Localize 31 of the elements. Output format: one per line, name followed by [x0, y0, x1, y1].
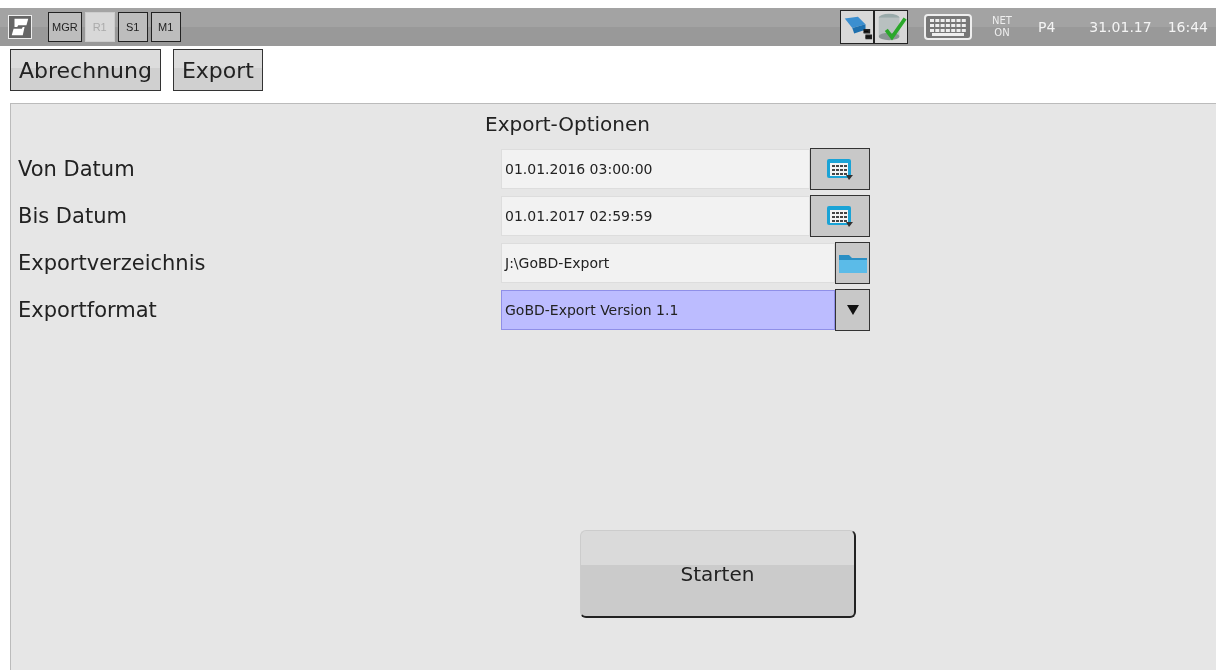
usb-stick-icon[interactable]: [840, 10, 874, 44]
tab-button[interactable]: Export: [172, 49, 263, 91]
database-check-icon[interactable]: [874, 10, 908, 44]
calendar-button[interactable]: [810, 195, 870, 237]
mode-button[interactable]: MGR: [48, 12, 82, 42]
mode-button[interactable]: S1: [117, 12, 148, 42]
panel-title: Export-Optionen: [485, 112, 650, 136]
logo-icon: [8, 15, 32, 39]
input-field[interactable]: J:\GoBD-Export: [501, 243, 835, 283]
dropdown-button[interactable]: [835, 289, 870, 331]
date-label: 31.01.17: [1089, 19, 1152, 35]
caret-icon: [846, 305, 859, 315]
keyboard-icon[interactable]: [924, 14, 972, 40]
input-field[interactable]: 01.01.2016 03:00:00: [501, 149, 810, 189]
printer-label: P4: [1037, 19, 1056, 35]
start-button[interactable]: Starten: [580, 530, 856, 618]
calendar-button[interactable]: [810, 148, 870, 190]
network-status: NET ON: [992, 15, 1012, 39]
time-label: 16:44: [1167, 19, 1208, 35]
calendar-icon: [826, 157, 854, 181]
format-dropdown[interactable]: GoBD-Export Version 1.1: [501, 290, 835, 330]
field-label: Von Datum: [18, 157, 136, 181]
tab-button[interactable]: Abrechnung: [10, 49, 161, 91]
calendar-icon: [826, 204, 854, 228]
input-field[interactable]: 01.01.2017 02:59:59: [501, 196, 810, 236]
field-label: Bis Datum: [18, 204, 128, 228]
field-label: Exportverzeichnis: [18, 251, 207, 275]
folder-icon: [837, 252, 868, 274]
field-label: Exportformat: [18, 298, 158, 322]
folder-button[interactable]: [835, 242, 870, 284]
mode-button[interactable]: M1: [150, 12, 181, 42]
